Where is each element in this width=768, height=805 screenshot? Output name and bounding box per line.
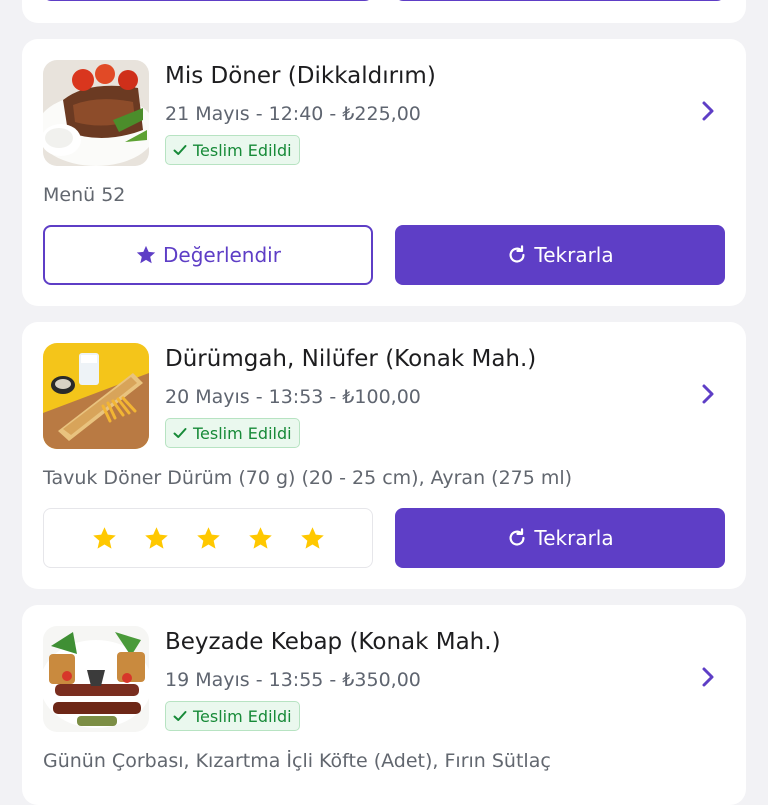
status-badge: Teslim Edildi bbox=[165, 418, 300, 448]
check-icon bbox=[173, 145, 187, 155]
order-card[interactable]: Mis Döner (Dikkaldırım) 21 Mayıs - 12:40… bbox=[22, 39, 746, 306]
repeat-button[interactable]: Tekrarla bbox=[395, 225, 725, 285]
repeat-button-label: Tekrarla bbox=[534, 526, 614, 550]
star-icon[interactable] bbox=[247, 525, 274, 552]
star-icon[interactable] bbox=[91, 525, 118, 552]
chevron-right-icon[interactable] bbox=[696, 382, 720, 406]
previous-repeat-button[interactable] bbox=[395, 0, 725, 1]
previous-order-card bbox=[22, 0, 746, 23]
order-card[interactable]: Dürümgah, Nilüfer (Konak Mah.) 20 Mayıs … bbox=[22, 322, 746, 589]
restaurant-image bbox=[43, 343, 149, 449]
status-label: Teslim Edildi bbox=[193, 423, 292, 443]
star-icon bbox=[136, 245, 156, 264]
rating-stars[interactable] bbox=[43, 508, 373, 568]
check-icon bbox=[173, 428, 187, 438]
order-items: Menü 52 bbox=[43, 184, 126, 206]
star-icon[interactable] bbox=[143, 525, 170, 552]
status-label: Teslim Edildi bbox=[193, 706, 292, 726]
order-card[interactable]: Beyzade Kebap (Konak Mah.) 19 Mayıs - 13… bbox=[22, 605, 746, 805]
rate-button[interactable]: Değerlendir bbox=[43, 225, 373, 285]
status-badge: Teslim Edildi bbox=[165, 701, 300, 731]
restaurant-name: Beyzade Kebap (Konak Mah.) bbox=[165, 629, 501, 655]
status-badge: Teslim Edildi bbox=[165, 135, 300, 165]
refresh-icon bbox=[509, 528, 525, 546]
restaurant-name: Mis Döner (Dikkaldırım) bbox=[165, 63, 436, 89]
check-icon bbox=[173, 711, 187, 721]
repeat-button-label: Tekrarla bbox=[534, 243, 614, 267]
order-items: Günün Çorbası, Kızartma İçli Köfte (Adet… bbox=[43, 750, 551, 772]
order-date-price: 20 Mayıs - 13:53 - ₺100,00 bbox=[165, 386, 421, 408]
refresh-icon bbox=[509, 245, 525, 263]
restaurant-image bbox=[43, 60, 149, 166]
status-label: Teslim Edildi bbox=[193, 140, 292, 160]
order-date-price: 19 Mayıs - 13:55 - ₺350,00 bbox=[165, 669, 421, 691]
restaurant-name: Dürümgah, Nilüfer (Konak Mah.) bbox=[165, 346, 537, 372]
order-items: Tavuk Döner Dürüm (70 g) (20 - 25 cm), A… bbox=[43, 467, 573, 489]
restaurant-image bbox=[43, 626, 149, 732]
repeat-button[interactable]: Tekrarla bbox=[395, 508, 725, 568]
order-date-price: 21 Mayıs - 12:40 - ₺225,00 bbox=[165, 103, 421, 125]
chevron-right-icon[interactable] bbox=[696, 99, 720, 123]
chevron-right-icon[interactable] bbox=[696, 665, 720, 689]
previous-rate-button[interactable] bbox=[43, 0, 373, 1]
star-icon[interactable] bbox=[299, 525, 326, 552]
rate-button-label: Değerlendir bbox=[163, 243, 281, 267]
star-icon[interactable] bbox=[195, 525, 222, 552]
